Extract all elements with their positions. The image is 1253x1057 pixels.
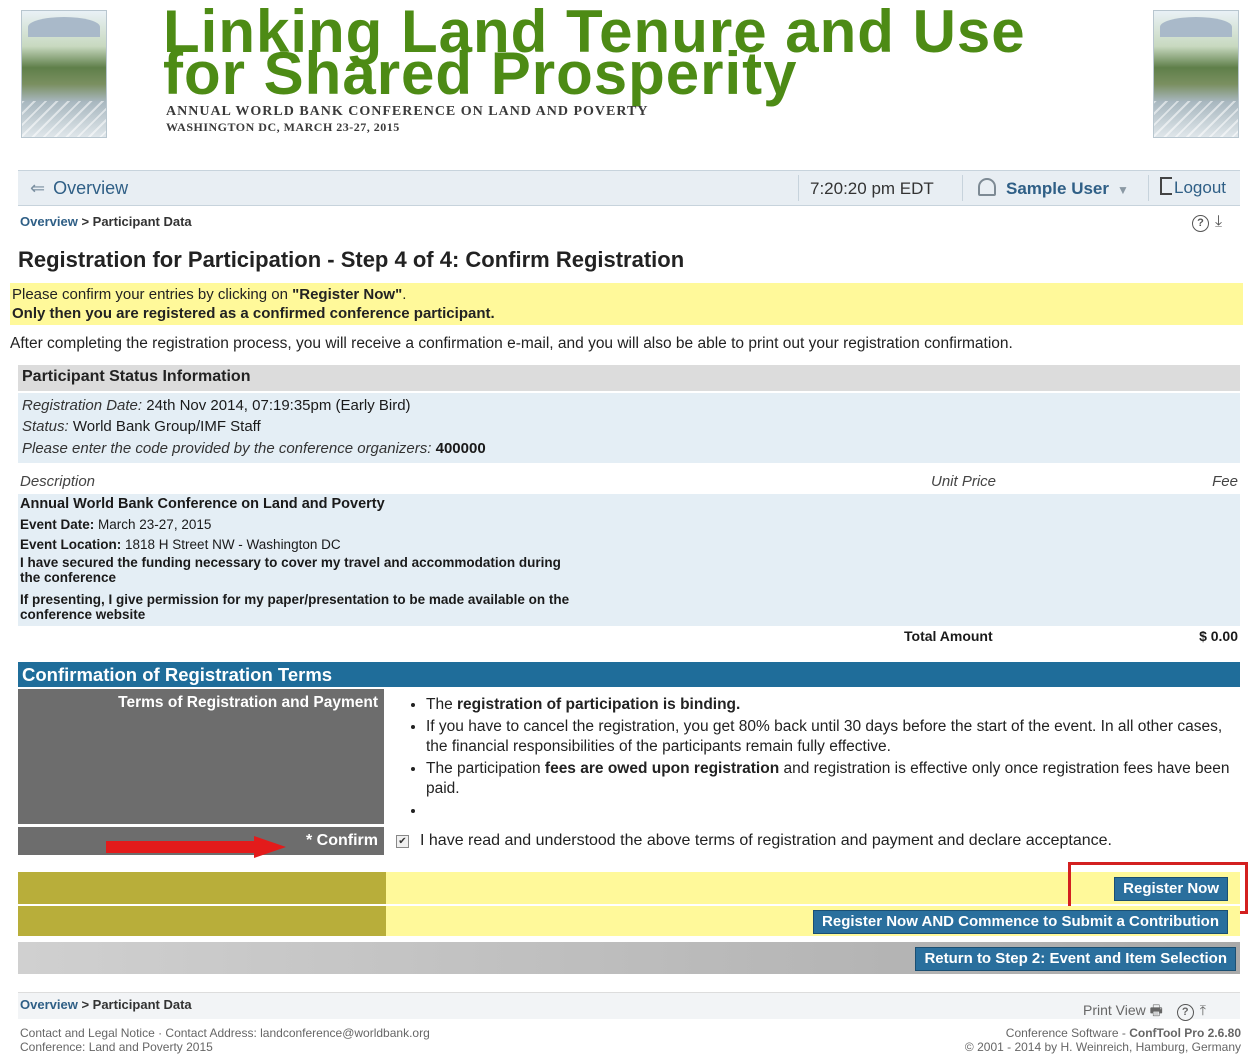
funding-statement: I have secured the funding necessary to … [20,555,561,585]
logout-label: Logout [1174,178,1226,197]
terms-label-cell: Terms of Registration and Payment [18,689,384,824]
top-navbar: ⇐ Overview 7:20:20 pm EDT Sample User ▼ Lo… [18,170,1240,206]
footer-left: Contact and Legal Notice · Contact Addre… [20,1026,430,1054]
terms-list-cell: The registration of participation is bin… [386,689,1240,824]
help-icon[interactable]: ? [1192,215,1209,232]
event-date: Event Date: March 23-27, 2015 [20,517,212,532]
breadcrumb-current: Participant Data [92,214,192,229]
term-item: The registration of participation is bin… [426,695,1240,715]
logout-link[interactable]: Logout [1160,177,1226,198]
status-heading: Participant Status Information [18,365,1240,391]
confirm-cell: ✔ I have read and understood the above t… [386,827,1240,855]
help-icon[interactable]: ? [1176,1004,1194,1021]
page-title: Registration for Participation - Step 4 … [18,247,685,272]
status-info: Registration Date: 24th Nov 2014, 07:19:… [18,393,1240,463]
col-unit-price: Unit Price [931,473,997,490]
bottom-bar [18,992,1240,1019]
register-row: Register Now [18,872,1240,904]
info-text: After completing the registration proces… [10,335,1013,352]
breadcrumb: Overview > Participant Data [20,214,192,229]
user-menu[interactable]: Sample User ▼ [978,178,1129,199]
printer-icon: 🖶 [1149,1002,1163,1018]
overview-link-label: Overview [53,178,129,198]
conference-line: Conference: Land and Poverty 2015 [20,1040,213,1054]
contact-line[interactable]: Contact and Legal Notice · Contact Addre… [20,1026,430,1040]
nav-divider [1148,175,1149,201]
notice-line2: Only then you are registered as a confir… [12,305,495,322]
event-location: Event Location: 1818 H Street NW - Washi… [20,537,341,552]
footer-right: Conference Software - ConfTool Pro 2.6.8… [965,1026,1241,1054]
confirm-text: I have read and understood the above ter… [420,832,1112,849]
nav-divider [798,175,799,201]
term-item [426,801,1240,821]
chevron-down-icon: ▼ [1117,183,1129,197]
item-table-header: Description Unit Price Fee [18,472,1240,494]
item-table-row: Annual World Bank Conference on Land and… [18,494,1240,626]
download-icon[interactable]: ⤓ [1215,213,1222,230]
term-item: If you have to cancel the registration, … [426,717,1240,757]
participant-status: Status: World Bank Group/IMF Staff [22,418,261,435]
item-title: Annual World Bank Conference on Land and… [20,496,385,512]
breadcrumb-overview[interactable]: Overview [20,997,78,1012]
col-description: Description [20,473,96,490]
registration-date: Registration Date: 24th Nov 2014, 07:19:… [22,397,411,414]
software-line: Conference Software - ConfTool Pro 2.6.8… [1005,1026,1241,1040]
back-arrow-icon: ⇐ [30,178,46,198]
total-value: $ 0.00 [1199,628,1238,644]
banner-photo-left [21,10,107,138]
confirm-notice: Please confirm your entries by clicking … [10,283,1243,325]
register-and-submit-button[interactable]: Register Now AND Commence to Submit a Co… [813,910,1228,934]
breadcrumb-overview[interactable]: Overview [20,214,78,229]
organizer-code: Please enter the code provided by the co… [22,440,486,457]
breadcrumb-current: Participant Data [92,997,192,1012]
return-step2-button[interactable]: Return to Step 2: Event and Item Selecti… [915,947,1236,971]
total-label: Total Amount [904,628,993,644]
banner-photo-right [1153,10,1239,138]
return-row: Return to Step 2: Event and Item Selecti… [18,942,1240,974]
register-submit-row: Register Now AND Commence to Submit a Co… [18,906,1240,936]
confirm-checkbox[interactable]: ✔ [396,835,409,848]
user-icon [978,178,996,196]
conference-banner: Linking Land Tenure and Use for Shared P… [0,0,1253,160]
user-name: Sample User [1006,179,1109,198]
permission-statement: If presenting, I give permission for my … [20,592,570,622]
banner-dateline: Washington DC, March 23-27, 2015 [166,120,400,134]
col-fee: Fee [1212,473,1238,490]
term-item: The participation fees are owed upon reg… [426,759,1240,799]
upload-icon[interactable]: ⤒ [1200,1002,1206,1018]
print-view-link[interactable]: Print View 🖶 ? ⤒ [1083,1000,1206,1024]
banner-subtitle: Annual World Bank Conference on Land and… [166,104,649,119]
clock-display: 7:20:20 pm EDT [810,179,934,198]
confirmation-section: Confirmation of Registration Terms Terms… [18,662,1240,855]
breadcrumb-bottom: Overview > Participant Data [20,997,192,1012]
page-tools: ? ⤓ [1192,213,1222,232]
terms-list: The registration of participation is bin… [386,695,1240,823]
annotation-arrow-icon [106,836,286,858]
banner-title-line2: for Shared Prosperity [163,40,798,107]
logout-icon [1160,177,1172,195]
total-row: Total Amount $ 0.00 [18,627,1240,649]
notice-line1: Please confirm your entries by clicking … [12,286,407,303]
copyright-line: © 2001 - 2014 by H. Weinreich, Hamburg, … [964,1040,1241,1054]
confirmation-heading: Confirmation of Registration Terms [18,662,1240,687]
overview-link[interactable]: ⇐ Overview [30,178,128,199]
nav-divider [962,175,963,201]
